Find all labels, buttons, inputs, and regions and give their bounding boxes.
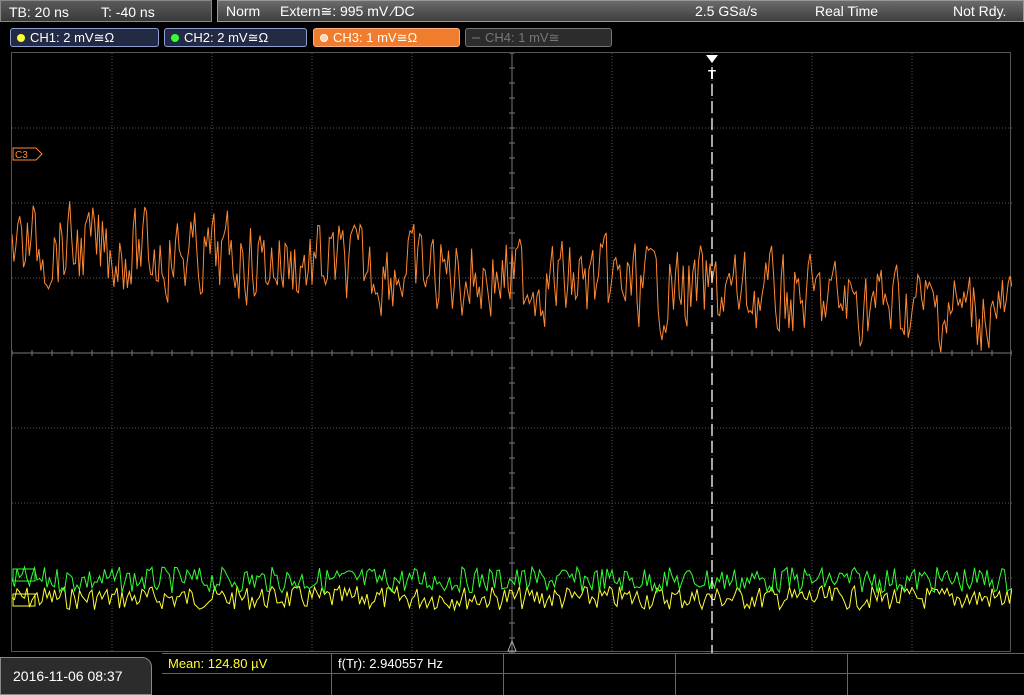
measurement-frequency[interactable]: f(Tr): 2.940557 Hz xyxy=(332,654,504,674)
mean-value: Mean: 124.80 µV xyxy=(168,656,268,671)
acquisition-bar[interactable]: Norm Extern≅: 995 mV ∕DC 2.5 GSa/s Real … xyxy=(217,0,1024,22)
graticule xyxy=(12,53,1012,653)
channel-bar: CH1: 2 mV≅Ω CH2: 2 mV≅Ω CH3: 1 mV≅Ω CH4:… xyxy=(0,24,1024,48)
ch3-offset-marker[interactable]: C3 xyxy=(12,147,43,161)
measurement-slot-6[interactable] xyxy=(162,674,332,695)
measurement-slot-9[interactable] xyxy=(676,674,848,695)
ch1-indicator-icon xyxy=(17,34,25,42)
timebase-box[interactable]: TB: 20 ns T: -40 ns xyxy=(0,0,212,22)
ch3-marker-label: C3 xyxy=(15,150,28,161)
trigger-status: Not Rdy. xyxy=(953,3,1007,19)
channel-tab-ch3[interactable]: CH3: 1 mV≅Ω xyxy=(313,28,460,47)
sample-rate: 2.5 GSa/s xyxy=(695,3,758,19)
channel-tab-ch2[interactable]: CH2: 2 mV≅Ω xyxy=(164,28,307,47)
measurement-slot-10[interactable] xyxy=(848,674,1024,695)
trigger-time-label: T: -40 ns xyxy=(101,4,155,20)
trigger-mode: Norm xyxy=(226,3,261,19)
ch2-label: CH2: 2 mV≅Ω xyxy=(184,30,269,45)
frequency-value: f(Tr): 2.940557 Hz xyxy=(338,656,444,671)
acquisition-mode: Real Time xyxy=(815,3,879,19)
status-bar: TB: 20 ns T: -40 ns Norm Extern≅: 995 mV… xyxy=(0,0,1024,24)
ch3-indicator-icon xyxy=(320,34,328,42)
trigger-arrow-icon[interactable] xyxy=(706,55,718,63)
ch2-indicator-icon xyxy=(171,34,179,42)
channel-tab-ch1[interactable]: CH1: 2 mV≅Ω xyxy=(10,28,159,47)
ch4-label: CH4: 1 mV≅ xyxy=(485,30,560,45)
trigger-source: Extern≅: 995 mV ∕DC xyxy=(280,3,415,19)
channel-tab-ch4[interactable]: CH4: 1 mV≅ xyxy=(465,28,612,47)
measurement-slot-3[interactable] xyxy=(504,654,676,674)
trigger-marker-label: T xyxy=(708,67,716,82)
date-time-box: 2016-11-06 08:37 xyxy=(0,657,152,695)
measurement-slot-5[interactable] xyxy=(848,654,1024,674)
measurement-slot-4[interactable] xyxy=(676,654,848,674)
measurement-mean[interactable]: Mean: 124.80 µV xyxy=(162,654,332,674)
timebase-label: TB: 20 ns xyxy=(9,4,69,20)
waveform-display[interactable]: T C3 xyxy=(11,52,1012,653)
measurement-bar: Mean: 124.80 µV f(Tr): 2.940557 Hz xyxy=(162,653,1024,695)
measurement-slot-8[interactable] xyxy=(504,674,676,695)
ch1-label: CH1: 2 mV≅Ω xyxy=(30,30,115,45)
ch3-label: CH3: 1 mV≅Ω xyxy=(333,30,418,45)
date-time: 2016-11-06 08:37 xyxy=(13,668,123,684)
ch4-indicator-icon xyxy=(472,37,480,39)
measurement-slot-7[interactable] xyxy=(332,674,504,695)
waveform-canvas: T C3 xyxy=(12,53,1012,653)
